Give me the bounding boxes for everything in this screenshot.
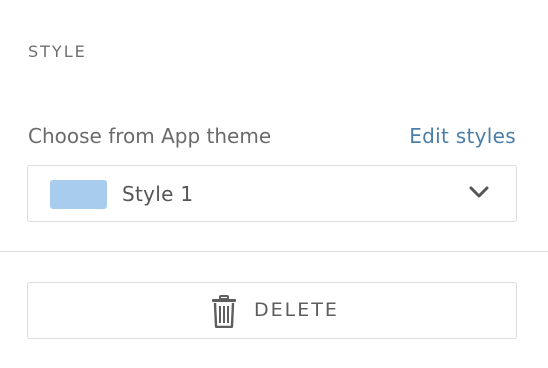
style-select-value: Style 1 — [122, 182, 194, 206]
section-title: STYLE — [28, 42, 87, 61]
style-select[interactable]: Style 1 — [27, 165, 517, 222]
delete-button[interactable]: DELETE — [27, 282, 517, 339]
delete-label: DELETE — [254, 299, 339, 321]
style-panel: STYLE Choose from App theme Edit styles … — [0, 0, 548, 368]
style-color-swatch — [50, 180, 107, 209]
divider — [0, 251, 548, 252]
theme-label: Choose from App theme — [28, 124, 272, 148]
edit-styles-link[interactable]: Edit styles — [409, 124, 516, 148]
chevron-down-icon — [469, 186, 489, 198]
trash-icon — [212, 295, 236, 328]
